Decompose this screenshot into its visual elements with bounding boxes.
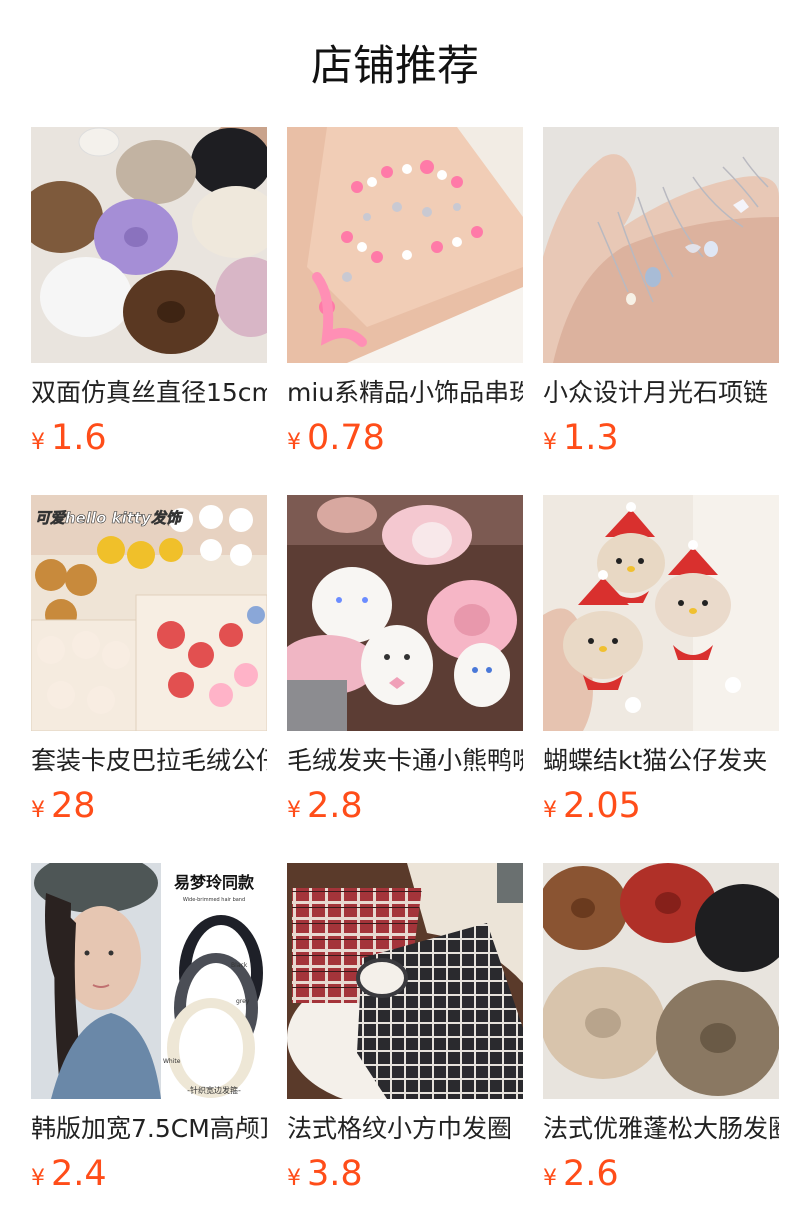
- satin-scrunchies-illustration: [31, 127, 267, 363]
- overlay-headline: 易梦玲同款: [174, 873, 255, 892]
- product-name[interactable]: 法式格纹小方巾发圈: [287, 1111, 523, 1147]
- product-card[interactable]: 易梦玲同款 Wide-brimmed hair band Black grey …: [31, 863, 267, 1231]
- overlay-label-grey: grey: [236, 998, 250, 1005]
- product-price: ¥2.05: [543, 781, 779, 831]
- product-image[interactable]: [287, 495, 523, 731]
- section-title: 店铺推荐: [310, 41, 479, 90]
- price-value: 2.05: [563, 786, 641, 826]
- overlay-subtitle: Wide-brimmed hair band: [183, 897, 245, 903]
- product-card[interactable]: 小众设计月光石项链 ¥1.3: [543, 127, 779, 495]
- product-card[interactable]: 蝴蝶结kt猫公仔发夹 ¥2.05: [543, 495, 779, 863]
- overlay-footer: -针织宽边发箍-: [187, 1085, 241, 1095]
- currency-symbol: ¥: [543, 1166, 557, 1191]
- price-value: 28: [51, 786, 96, 826]
- product-price: ¥0.78: [287, 413, 523, 463]
- currency-symbol: ¥: [287, 430, 301, 455]
- product-image[interactable]: [543, 127, 779, 363]
- currency-symbol: ¥: [543, 430, 557, 455]
- product-card[interactable]: 双面仿真丝直径15cm ¥1.6: [31, 127, 267, 495]
- product-name[interactable]: 毛绒发夹卡通小熊鸭嘴夹: [287, 743, 523, 779]
- product-price: ¥3.8: [287, 1149, 523, 1199]
- product-image[interactable]: [287, 863, 523, 1099]
- price-value: 0.78: [307, 418, 385, 458]
- plaid-scarf-scrunchie-illustration: [287, 863, 523, 1099]
- price-value: 2.8: [307, 786, 363, 826]
- product-price: ¥1.6: [31, 413, 267, 463]
- product-image[interactable]: [543, 863, 779, 1099]
- currency-symbol: ¥: [287, 1166, 301, 1191]
- product-name[interactable]: 蝴蝶结kt猫公仔发夹: [543, 743, 779, 779]
- product-name[interactable]: 套装卡皮巴拉毛绒公仔: [31, 743, 267, 779]
- plush-hair-clips-illustration: 可爱hello kitty发饰: [31, 495, 267, 731]
- product-name[interactable]: 韩版加宽7.5CM高颅顶: [31, 1111, 267, 1147]
- product-name[interactable]: 法式优雅蓬松大肠发圈: [543, 1111, 779, 1147]
- product-grid: 双面仿真丝直径15cm ¥1.6 miu系精品小饰品串珠 ¥ 0.78 小众设计…: [31, 127, 779, 1231]
- currency-symbol: ¥: [543, 798, 557, 823]
- product-price: ¥2.4: [31, 1149, 267, 1199]
- price-value: 1.3: [563, 418, 619, 458]
- product-price: ¥28: [31, 781, 267, 831]
- currency-symbol: ¥: [31, 430, 45, 455]
- product-price: ¥2.8: [287, 781, 523, 831]
- product-card[interactable]: miu系精品小饰品串珠 ¥0.78: [287, 127, 523, 495]
- product-price: ¥2.6: [543, 1149, 779, 1199]
- product-name[interactable]: 双面仿真丝直径15cm: [31, 375, 267, 411]
- plush-cat-clips-illustration: [287, 495, 523, 731]
- price-value: 1.6: [51, 418, 107, 458]
- product-name[interactable]: 小众设计月光石项链: [543, 375, 779, 411]
- overlay-label-black: Black: [231, 962, 248, 969]
- product-card[interactable]: 毛绒发夹卡通小熊鸭嘴夹 ¥2.8: [287, 495, 523, 863]
- product-price: ¥1.3: [543, 413, 779, 463]
- product-card[interactable]: 可爱hello kitty发饰 套装卡皮巴拉毛绒公仔 ¥28: [31, 495, 267, 863]
- wide-headband-illustration: 易梦玲同款 Wide-brimmed hair band Black grey …: [31, 863, 267, 1099]
- currency-symbol: ¥: [31, 1166, 45, 1191]
- product-image[interactable]: [287, 127, 523, 363]
- price-value: 2.6: [563, 1154, 619, 1194]
- moonstone-necklaces-illustration: [543, 127, 779, 363]
- product-card[interactable]: 法式格纹小方巾发圈 ¥3.8: [287, 863, 523, 1231]
- currency-symbol: ¥: [287, 798, 301, 823]
- product-image[interactable]: [543, 495, 779, 731]
- product-image[interactable]: 易梦玲同款 Wide-brimmed hair band Black grey …: [31, 863, 267, 1099]
- overlay-caption: 可爱hello kitty发饰: [35, 509, 184, 527]
- beaded-bracelets-illustration: [287, 127, 523, 363]
- product-image[interactable]: [31, 127, 267, 363]
- product-card[interactable]: 法式优雅蓬松大肠发圈 ¥2.6: [543, 863, 779, 1231]
- large-scrunchies-illustration: [543, 863, 779, 1099]
- price-value: 2.4: [51, 1154, 107, 1194]
- overlay-label-white: White: [163, 1058, 181, 1065]
- price-value: 3.8: [307, 1154, 363, 1194]
- currency-symbol: ¥: [31, 798, 45, 823]
- kitty-santa-clips-illustration: [543, 495, 779, 731]
- product-image[interactable]: 可爱hello kitty发饰: [31, 495, 267, 731]
- product-name[interactable]: miu系精品小饰品串珠: [287, 375, 523, 411]
